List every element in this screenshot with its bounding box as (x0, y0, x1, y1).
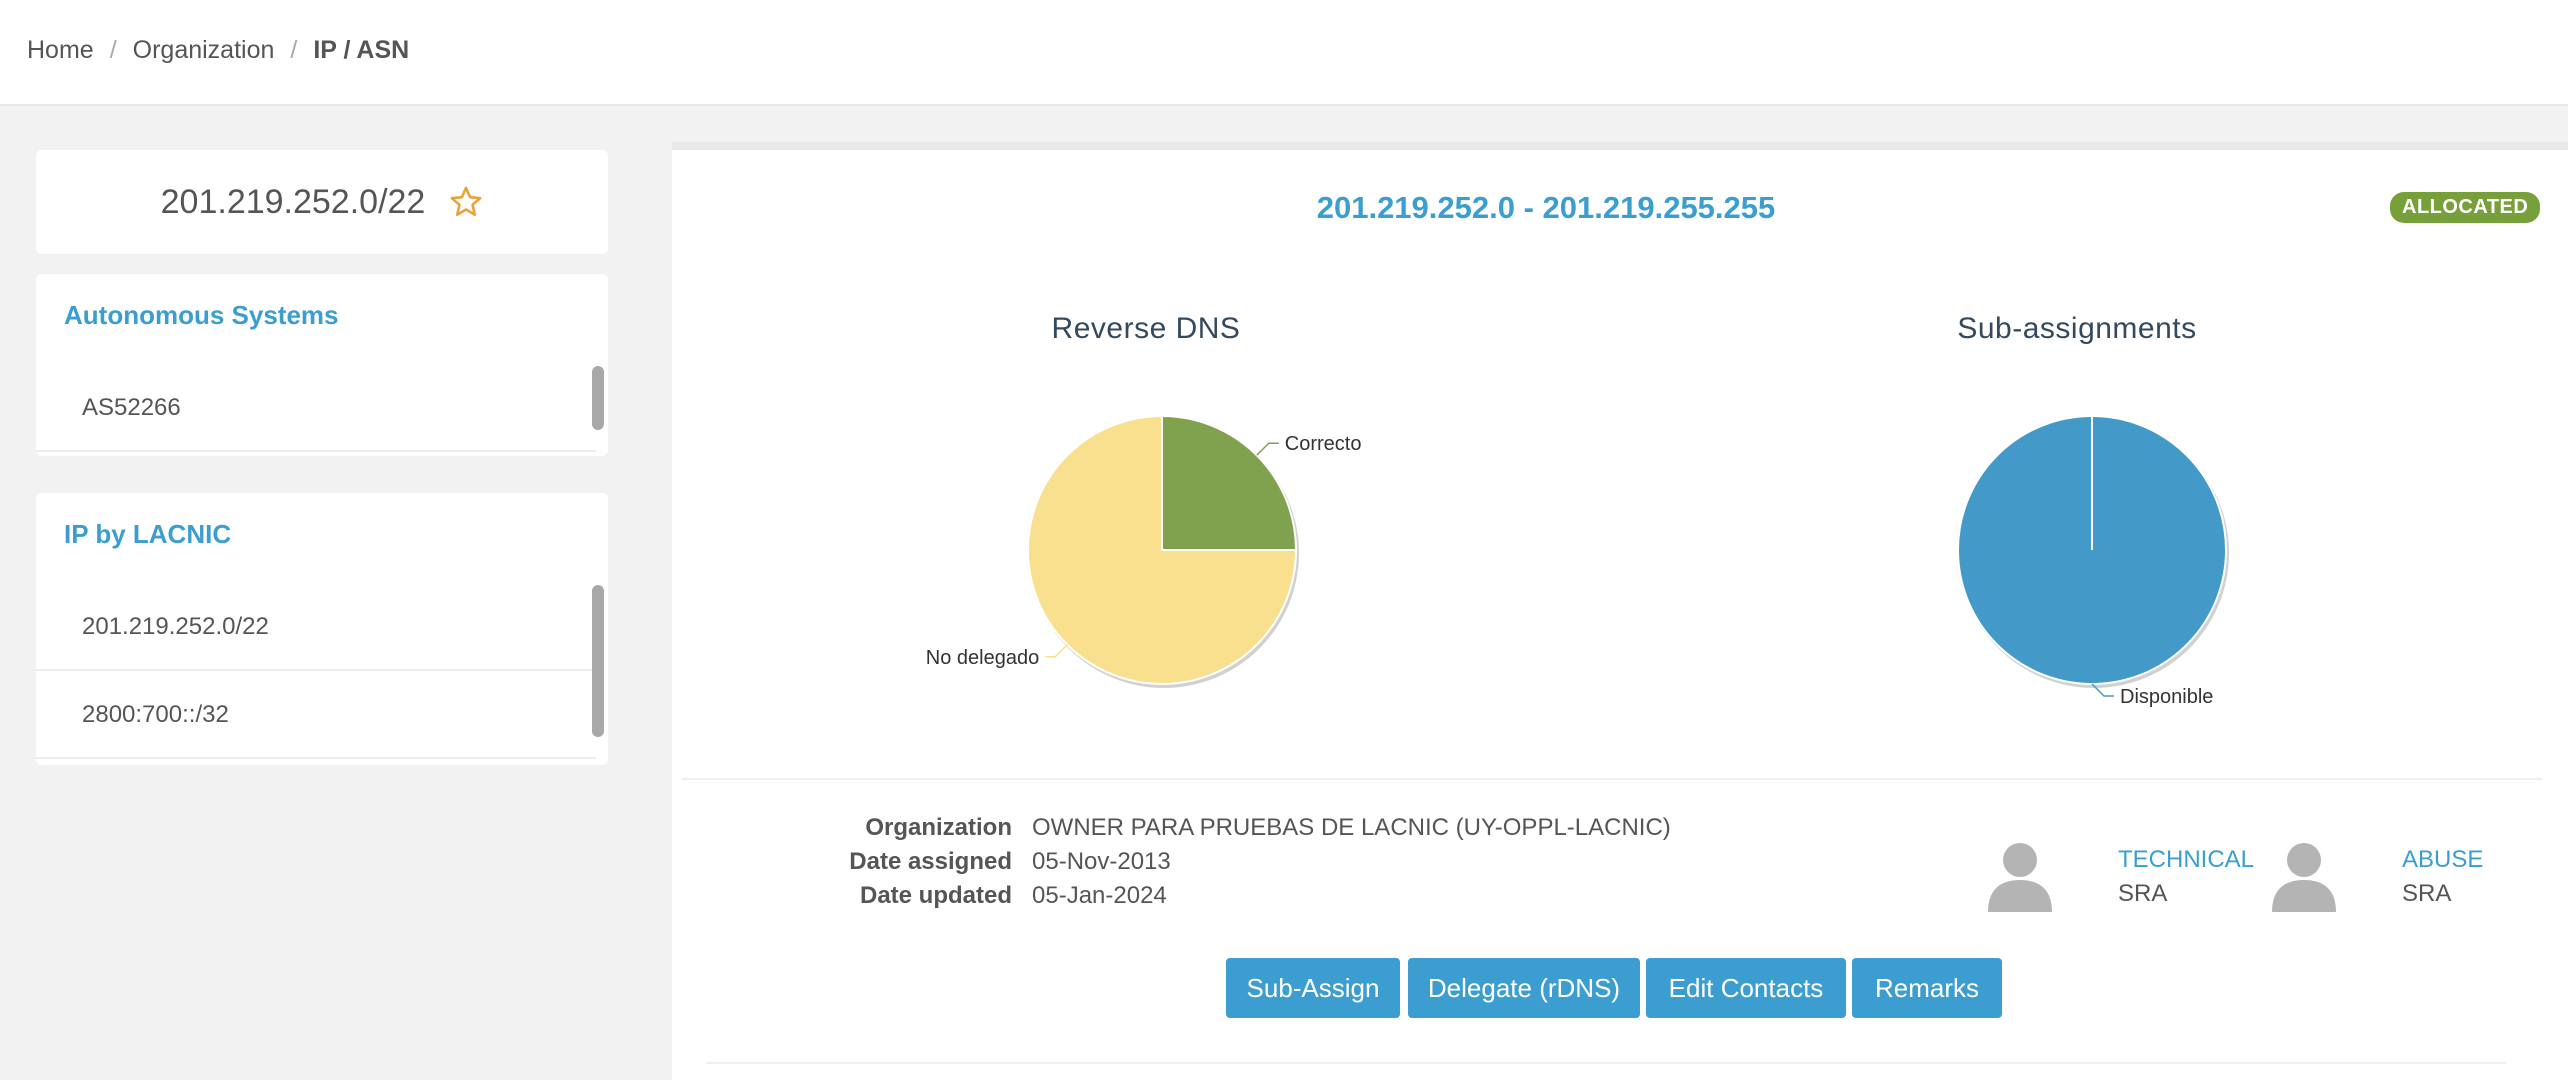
pie-label: No delegado (926, 647, 1039, 669)
remarks-button[interactable]: Remarks (1852, 958, 2002, 1018)
reverse-dns-pie-chart: Correcto No delegado (926, 414, 1362, 688)
status-badge: ALLOCATED (2390, 192, 2541, 223)
sub-assignments-pie-chart: Disponible (1957, 415, 2229, 708)
user-avatar-icon (1988, 843, 2052, 912)
organization-label: Organization (865, 814, 1012, 841)
ip-by-lacnic-panel: IP by LACNIC 201.219.252.0/22 2800:700::… (36, 493, 608, 765)
autonomous-systems-title: Autonomous Systems (64, 300, 339, 330)
edit-contacts-button[interactable]: Edit Contacts (1646, 958, 1846, 1018)
pie-label: Disponible (2120, 686, 2213, 708)
date-updated-label: Date updated (859, 882, 1012, 909)
breadcrumb-separator: / (109, 36, 117, 64)
ip-range-title: 201.219.252.0 - 201.219.255.255 (1316, 190, 1776, 225)
divider (682, 778, 2542, 780)
star-outline-icon[interactable] (449, 185, 483, 219)
main-panel: 201.219.252.0 - 201.219.255.255 ALLOCATE… (672, 142, 2568, 1080)
breadcrumb-organization[interactable]: Organization (133, 36, 275, 65)
prefix-card: 201.219.252.0/22 (36, 150, 608, 254)
list-item-ip[interactable]: 2800:700::/32 (36, 673, 596, 759)
date-assigned-value: 05-Nov-2013 (1032, 848, 1171, 875)
pie-label: Correcto (1285, 433, 1362, 455)
chart-title-reverse-dns: Reverse DNS (1051, 312, 1241, 345)
contact-role-abuse[interactable]: ABUSE (2402, 846, 2483, 874)
pie-label-connector (1045, 644, 1068, 658)
date-updated-value: 05-Jan-2024 (1032, 882, 1167, 909)
sub-assign-button[interactable]: Sub-Assign (1226, 958, 1400, 1018)
divider (706, 1062, 2506, 1064)
pie-label-connector (1256, 442, 1279, 456)
top-bar: Home / Organization / IP / ASN (0, 0, 2568, 106)
autonomous-systems-panel: Autonomous Systems AS52266 (36, 274, 608, 456)
contact-name-abuse: SRA (2402, 880, 2452, 907)
scrollbar[interactable] (592, 366, 604, 430)
list-item-ip[interactable]: 201.219.252.0/22 (36, 585, 596, 671)
date-assigned-label: Date assigned (849, 848, 1012, 875)
breadcrumb: Home / Organization / IP / ASN (27, 36, 409, 65)
breadcrumb-separator: / (290, 36, 298, 64)
contact-name-technical: SRA (2118, 880, 2168, 907)
ip-by-lacnic-title: IP by LACNIC (64, 519, 232, 549)
breadcrumb-current: IP / ASN (313, 36, 410, 64)
breadcrumb-home[interactable]: Home (27, 36, 94, 65)
user-avatar-icon (2272, 843, 2336, 912)
organization-value: OWNER PARA PRUEBAS DE LACNIC (UY-OPPL-LA… (1032, 814, 1671, 841)
prefix-title: 201.219.252.0/22 (160, 182, 426, 221)
pie-slice[interactable] (1161, 414, 1298, 551)
list-item-as[interactable]: AS52266 (36, 366, 596, 452)
chart-title-sub-assignments: Sub-assignments (1957, 312, 2197, 345)
contact-role-technical[interactable]: TECHNICAL (2118, 846, 2254, 874)
scrollbar[interactable] (592, 585, 604, 737)
delegate-rdns-button[interactable]: Delegate (rDNS) (1408, 958, 1640, 1018)
